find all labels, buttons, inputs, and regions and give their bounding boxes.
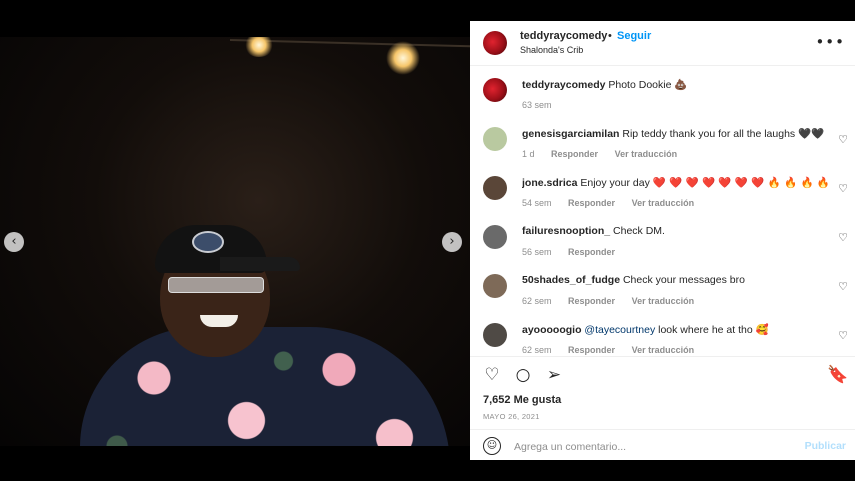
light-bulb bbox=[386, 41, 420, 75]
share-send-icon[interactable]: ➢ bbox=[544, 365, 564, 385]
comment-text: ayooooogio @tayecourtney look where he a… bbox=[522, 323, 832, 336]
caption-username[interactable]: teddyraycomedy bbox=[522, 79, 605, 91]
comment-row: ayooooogio @tayecourtney look where he a… bbox=[470, 323, 855, 356]
comment-row: genesisgarciamilan Rip teddy thank you f… bbox=[470, 127, 855, 176]
comment-body: look where he at tho bbox=[655, 324, 756, 336]
caption-meta: 63 sem bbox=[522, 100, 566, 110]
commenter-username[interactable]: ayooooogio bbox=[522, 324, 582, 336]
post-side-panel: teddyraycomedy • Seguir Shalonda's Crib … bbox=[470, 21, 855, 460]
cap-logo bbox=[192, 231, 224, 253]
comment-body: Enjoy your day bbox=[580, 177, 653, 189]
comment-body: Rip teddy thank you for all the laughs bbox=[622, 128, 799, 140]
translate-button[interactable]: Ver traducción bbox=[632, 296, 695, 306]
comment-bubble-icon[interactable]: ○ bbox=[513, 365, 533, 385]
post-header: teddyraycomedy • Seguir Shalonda's Crib … bbox=[470, 21, 855, 66]
comment-row: 50shades_of_fudge Check your messages br… bbox=[470, 274, 855, 323]
photo-subject bbox=[70, 217, 450, 446]
translate-button[interactable]: Ver traducción bbox=[615, 149, 678, 159]
light-bulb bbox=[244, 37, 274, 57]
reply-button[interactable]: Responder bbox=[568, 247, 615, 257]
comment-emoji: 🖤🖤 bbox=[798, 128, 825, 140]
caption-body: Photo Dookie bbox=[608, 79, 672, 91]
reply-button[interactable]: Responder bbox=[568, 345, 615, 355]
reply-button[interactable]: Responder bbox=[551, 149, 598, 159]
reply-button[interactable]: Responder bbox=[568, 198, 615, 208]
emoji-picker-icon[interactable]: ☺ bbox=[483, 437, 501, 455]
comment-time[interactable]: 1 d bbox=[522, 149, 535, 159]
floral-shirt bbox=[80, 327, 450, 446]
follow-button[interactable]: Seguir bbox=[617, 30, 651, 42]
comment-composer: ☺ Publicar bbox=[470, 429, 855, 461]
sunglasses bbox=[168, 277, 264, 293]
caption-avatar[interactable] bbox=[483, 78, 507, 102]
comment-time[interactable]: 62 sem bbox=[522, 296, 552, 306]
comment-time[interactable]: 56 sem bbox=[522, 247, 552, 257]
header-separator: • bbox=[608, 30, 612, 42]
carousel-prev-button[interactable]: ‹ bbox=[4, 232, 24, 252]
carousel-next-button[interactable]: › bbox=[442, 232, 462, 252]
instagram-post-modal: ‹ › teddyraycomedy • Seguir Shalonda's C… bbox=[0, 0, 855, 481]
comment-text: 50shades_of_fudge Check your messages br… bbox=[522, 274, 832, 286]
comment-text: failuresnooption_ Check DM. bbox=[522, 225, 832, 237]
commenter-username[interactable]: failuresnooption_ bbox=[522, 225, 610, 237]
comment-like-heart-icon[interactable]: ♡ bbox=[838, 182, 848, 195]
commenter-username[interactable]: 50shades_of_fudge bbox=[522, 274, 620, 286]
likes-count[interactable]: 7,652 Me gusta bbox=[483, 394, 561, 406]
comment-time[interactable]: 62 sem bbox=[522, 345, 552, 355]
post-photo[interactable]: ‹ › bbox=[0, 37, 470, 446]
post-date: MAYO 26, 2021 bbox=[483, 412, 540, 421]
comment-text: jone.sdrica Enjoy your day ❤️ ❤️ ❤️ ❤️ ❤… bbox=[522, 176, 832, 189]
comment-body: Check DM. bbox=[613, 225, 665, 237]
comment-row: failuresnooption_ Check DM. 56 sem Respo… bbox=[470, 225, 855, 274]
comment-input[interactable] bbox=[514, 439, 794, 455]
comment-meta: 1 d Responder Ver traducción bbox=[522, 149, 691, 159]
save-bookmark-icon[interactable]: 🔖 bbox=[827, 365, 848, 385]
comment-body: Check your messages bro bbox=[622, 274, 745, 286]
post-location[interactable]: Shalonda's Crib bbox=[520, 45, 583, 55]
comment-emoji: 🥰 bbox=[755, 324, 769, 336]
commenter-avatar[interactable] bbox=[483, 176, 507, 200]
comment-time[interactable]: 54 sem bbox=[522, 198, 552, 208]
comment-like-heart-icon[interactable]: ♡ bbox=[838, 280, 848, 293]
like-heart-icon[interactable]: ♡ bbox=[482, 365, 502, 385]
comment-meta: 54 sem Responder Ver traducción bbox=[522, 198, 708, 208]
comment-meta: 62 sem Responder Ver traducción bbox=[522, 345, 708, 355]
comment-like-heart-icon[interactable]: ♡ bbox=[838, 329, 848, 342]
post-actions: ♡ ○ ➢ 🔖 7,652 Me gusta MAYO 26, 2021 ☺ P… bbox=[470, 356, 855, 460]
comment-meta: 62 sem Responder Ver traducción bbox=[522, 296, 708, 306]
author-avatar[interactable] bbox=[483, 31, 507, 55]
comment-row: jone.sdrica Enjoy your day ❤️ ❤️ ❤️ ❤️ ❤… bbox=[470, 176, 855, 225]
comment-like-heart-icon[interactable]: ♡ bbox=[838, 133, 848, 146]
commenter-avatar[interactable] bbox=[483, 127, 507, 151]
commenter-avatar[interactable] bbox=[483, 274, 507, 298]
comment-like-heart-icon[interactable]: ♡ bbox=[838, 231, 848, 244]
translate-button[interactable]: Ver traducción bbox=[632, 345, 695, 355]
comment-text: genesisgarciamilan Rip teddy thank you f… bbox=[522, 127, 832, 140]
more-options-icon[interactable]: ••• bbox=[815, 33, 845, 51]
caption: teddyraycomedy Photo Dookie 💩 63 sem bbox=[470, 78, 855, 127]
publish-button[interactable]: Publicar bbox=[805, 440, 846, 452]
cap-brim bbox=[220, 257, 300, 271]
comments-list[interactable]: teddyraycomedy Photo Dookie 💩 63 sem gen… bbox=[470, 66, 855, 356]
author-username[interactable]: teddyraycomedy bbox=[520, 30, 607, 42]
commenter-username[interactable]: genesisgarciamilan bbox=[522, 128, 619, 140]
reply-button[interactable]: Responder bbox=[568, 296, 615, 306]
commenter-avatar[interactable] bbox=[483, 323, 507, 347]
translate-button[interactable]: Ver traducción bbox=[632, 198, 695, 208]
comment-meta: 56 sem Responder bbox=[522, 247, 629, 257]
caption-emoji: 💩 bbox=[674, 79, 688, 91]
smile bbox=[200, 315, 238, 327]
comment-emoji: ❤️ ❤️ ❤️ ❤️ ❤️ ❤️ ❤️ 🔥 🔥 🔥 🔥 bbox=[652, 177, 830, 189]
caption-text: teddyraycomedy Photo Dookie 💩 bbox=[522, 78, 832, 91]
caption-time[interactable]: 63 sem bbox=[522, 100, 552, 110]
commenter-username[interactable]: jone.sdrica bbox=[522, 177, 577, 189]
commenter-avatar[interactable] bbox=[483, 225, 507, 249]
comment-mention-link[interactable]: @tayecourtney bbox=[584, 324, 655, 336]
